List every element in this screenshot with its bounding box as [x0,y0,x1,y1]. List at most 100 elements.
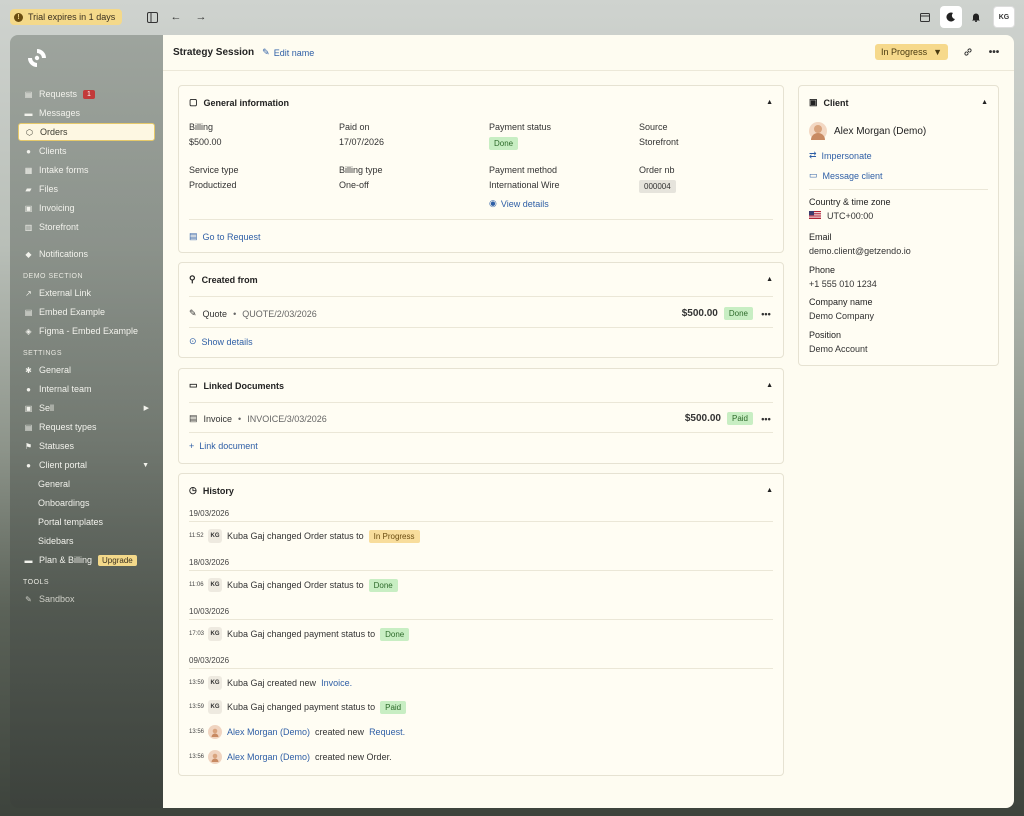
sidebar-item-invoicing[interactable]: ▣ Invoicing [18,199,155,217]
wrench-icon: ✎ [25,594,32,604]
history-time: 11:52 [189,533,204,539]
chat-icon: ▬ [24,108,33,118]
collapse-caret-icon[interactable]: ▲ [766,487,773,494]
sidebar-item-request-types[interactable]: ▤ Request types [18,418,155,436]
sidebar-item-messages[interactable]: ▬ Messages [18,104,155,122]
user-avatar[interactable]: KG [993,6,1015,28]
forward-arrow-icon[interactable]: → [193,9,209,25]
link-document-button[interactable]: + Link document [189,441,258,451]
card-header[interactable]: ▣ Client ▲ [799,86,998,119]
email-link[interactable]: demo.client@getzendo.io [809,246,911,256]
sidebar-subitem-general[interactable]: General [18,475,155,493]
main-content: Strategy Session ✎ Edit name In Progress … [163,35,1014,808]
nav-label: General [39,365,72,375]
sidebar-item-sell[interactable]: ▣ Sell ▶ [18,399,155,417]
sidebar-item-requests[interactable]: ▤ Requests 1 [18,85,155,103]
sidebar-subitem-onboardings[interactable]: Onboardings [18,494,155,512]
field-value: Storefront [639,137,679,147]
view-details-link[interactable]: ◉ View details [489,198,560,209]
sidebar-item-intake-forms[interactable]: ▦ Intake forms [18,161,155,179]
message-client-link[interactable]: ▭ Message client [809,170,883,181]
actor-avatar: KG [208,578,222,592]
link-icon[interactable] [960,44,976,60]
back-arrow-icon[interactable]: ← [168,9,184,25]
history-text: Kuba Gaj created new [227,678,317,688]
collapse-caret-icon[interactable]: ▲ [981,99,988,106]
nav-label: Intake forms [39,165,89,175]
quote-row[interactable]: ✎ Quote • QUOTE/2/03/2026 $500.00 Done •… [189,307,773,320]
doc-status-badge: Paid [726,412,753,425]
edit-name-button[interactable]: ✎ Edit name [262,47,314,58]
dark-mode-icon[interactable] [940,6,962,28]
doc-type: Quote [202,308,228,319]
logo-icon[interactable] [26,47,48,69]
sidebar-item-files[interactable]: ▰ Files [18,180,155,198]
client-name-link[interactable]: Alex Morgan (Demo) [227,727,310,737]
client-avatar [208,750,222,764]
client-name-link[interactable]: Alex Morgan (Demo) [227,752,310,762]
more-options-icon[interactable]: ••• [759,414,773,424]
eye-icon: ◉ [489,198,497,208]
status-dropdown[interactable]: In Progress ▼ [875,44,948,60]
upgrade-badge[interactable]: Upgrade [98,554,137,566]
go-to-request-link[interactable]: ▤ Go to Request [189,231,261,242]
trial-banner[interactable]: ! Trial expires in 1 days [10,9,123,25]
sidebar-item-orders[interactable]: ⬡ Orders [18,123,155,141]
field-label: Payment method [489,165,558,175]
collapse-caret-icon[interactable]: ▲ [766,382,773,389]
field-label: Order nb [639,165,675,175]
request-link[interactable]: Request. [369,727,405,737]
card-header[interactable]: ⚲ Created from ▲ [179,263,783,296]
field-label: Phone [809,265,836,275]
gear-icon: ✱ [25,365,32,375]
payment-status-badge: Done [489,137,519,150]
bell-icon[interactable] [965,6,987,28]
box-icon: ⬡ [26,127,33,137]
sidebar-item-plan-billing[interactable]: ▬ Plan & Billing Upgrade [18,551,155,569]
field-value: Productized [189,180,237,190]
field-label: Payment status [489,122,552,132]
divider [189,219,773,220]
nav-label: Messages [39,108,81,118]
users-icon: ● [26,146,31,156]
impersonate-link[interactable]: ⇄ Impersonate [809,150,872,161]
calendar-icon[interactable] [914,6,936,28]
sidebar-item-client-portal[interactable]: ● Client portal ▼ [18,456,155,474]
history-status-badge: Done [368,578,398,592]
plus-icon: + [189,441,195,451]
sidebar-item-internal-team[interactable]: ● Internal team [18,380,155,398]
sidebar-item-embed-example[interactable]: ▤ Embed Example [18,303,155,321]
sidebar-item-sandbox[interactable]: ✎ Sandbox [18,590,155,608]
sidebar-item-general[interactable]: ✱ General [18,361,155,379]
sidebar-item-notifications[interactable]: ◆ Notifications [18,245,155,263]
more-options-icon[interactable]: ••• [986,44,1002,60]
collapse-caret-icon[interactable]: ▲ [766,276,773,283]
collapse-caret-icon[interactable]: ▲ [766,99,773,106]
sidebar-toggle-icon[interactable] [144,9,160,25]
doc-ref: INVOICE/3/03/2026 [247,413,327,424]
sidebar-item-figma-embed[interactable]: ◈ Figma - Embed Example [18,322,155,340]
history-text: Kuba Gaj changed payment status to [227,629,376,639]
us-flag-icon [809,211,821,221]
sidebar-subitem-sidebars[interactable]: Sidebars [18,532,155,550]
card-header[interactable]: ▢ General information ▲ [179,86,783,119]
more-options-icon[interactable]: ••• [759,309,773,319]
sidebar-item-external-link[interactable]: ↗ External Link [18,284,155,302]
date-label: 09/03/2026 [189,656,230,665]
card-title: Created from [201,274,258,285]
field-value: +1 555 010 1234 [809,279,877,289]
general-information-card: ▢ General information ▲ Billing $500.00 … [178,85,784,253]
sidebar-item-statuses[interactable]: ⚑ Statuses [18,437,155,455]
show-details-link[interactable]: ⊙ Show details [189,336,253,347]
invoice-link[interactable]: Invoice. [321,678,352,688]
invoice-row[interactable]: ▤ Invoice • INVOICE/3/03/2026 $500.00 Pa… [189,412,773,425]
link-document-label: Link document [199,441,258,451]
card-header[interactable]: ◷ History ▲ [179,474,783,507]
sidebar-item-clients[interactable]: ● Clients [18,142,155,160]
card-header[interactable]: ▭ Linked Documents ▲ [179,369,783,402]
sidebar-subitem-portal-templates[interactable]: Portal templates [18,513,155,531]
source-icon: ⚲ [189,274,196,284]
caret-down-icon: ▼ [933,47,942,57]
doc-status-badge: Done [723,307,753,320]
sidebar-item-storefront[interactable]: ▥ Storefront [18,218,155,236]
